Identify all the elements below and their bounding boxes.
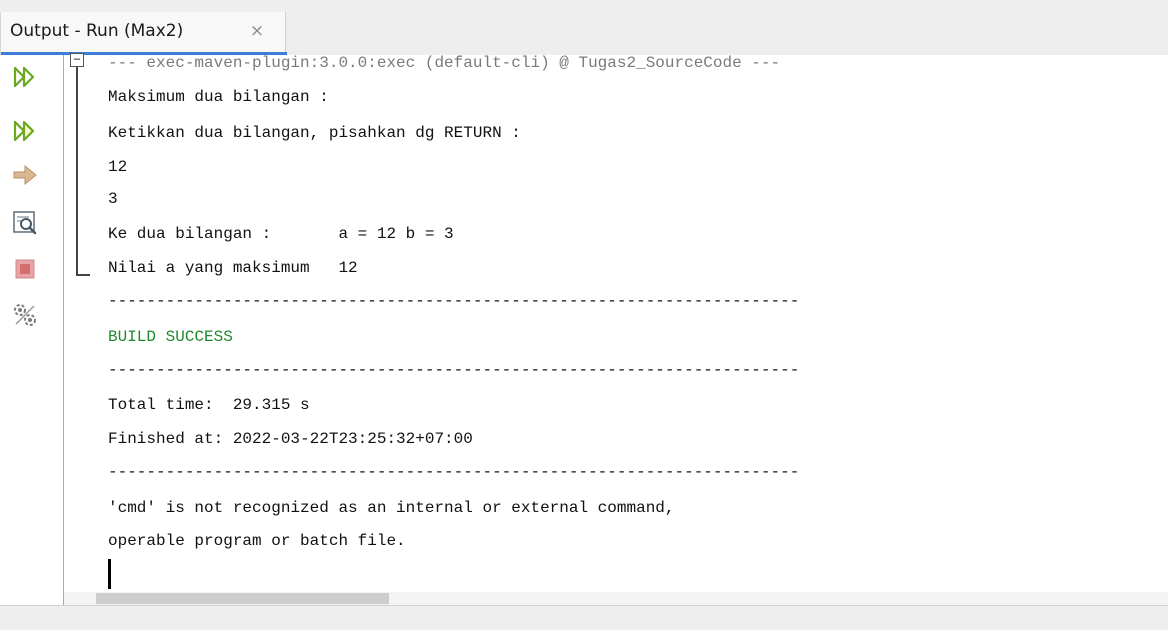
separator-line: ----------------------------------------… <box>108 292 800 310</box>
console-line: operable program or batch file. <box>108 532 406 550</box>
output-pane: − --- exec-maven-plugin:3.0.0:exec (defa… <box>0 53 1168 605</box>
build-success-line: BUILD SUCCESS <box>108 328 233 346</box>
continue-button[interactable] <box>11 161 39 189</box>
tab-title: Output - Run (Max2) <box>10 21 184 41</box>
horizontal-scrollbar[interactable] <box>64 592 1168 605</box>
console-line: 12 <box>108 158 128 176</box>
rerun-button[interactable] <box>11 63 39 91</box>
separator-line: ----------------------------------------… <box>108 463 800 481</box>
finished-at-line: Finished at: 2022-03-22T23:25:32+07:00 <box>108 430 473 448</box>
find-button[interactable] <box>11 209 39 237</box>
separator-line: ----------------------------------------… <box>108 361 800 379</box>
tab-strip: Output - Run (Max2) × <box>0 0 1168 55</box>
console-line: Ke dua bilangan : a = 12 b = 3 <box>108 225 454 243</box>
total-time-line: Total time: 29.315 s <box>108 396 310 414</box>
console-line: 3 <box>108 190 118 208</box>
console-line: 'cmd' is not recognized as an internal o… <box>108 499 675 517</box>
console-line: Ketikkan dua bilangan, pisahkan dg RETUR… <box>108 124 521 142</box>
rerun-with-params-icon <box>13 120 35 142</box>
fold-toggle-icon[interactable]: − <box>70 53 84 67</box>
tab-output-run[interactable]: Output - Run (Max2) × <box>0 12 287 55</box>
console-line: Nilai a yang maksimum 12 <box>108 259 358 277</box>
text-cursor <box>108 559 111 589</box>
settings-button[interactable] <box>11 301 39 329</box>
continue-arrow-icon <box>13 164 37 186</box>
settings-icon <box>14 304 36 326</box>
output-toolbar <box>0 55 64 605</box>
fold-guide-end <box>76 274 90 276</box>
fold-guide-line <box>76 65 78 276</box>
console-output[interactable]: --- exec-maven-plugin:3.0.0:exec (defaul… <box>108 55 1148 595</box>
scrollbar-thumb[interactable] <box>96 593 389 604</box>
find-icon <box>13 211 37 235</box>
bottom-status-strip <box>0 605 1168 630</box>
stop-button[interactable] <box>11 255 39 283</box>
rerun-icon <box>13 66 35 88</box>
stop-icon <box>15 259 35 279</box>
console-line: Maksimum dua bilangan : <box>108 88 329 106</box>
close-icon[interactable]: × <box>248 21 266 41</box>
console-line: --- exec-maven-plugin:3.0.0:exec (defaul… <box>108 55 781 72</box>
output-window: Output - Run (Max2) × − --- exec-maven-p… <box>0 0 1168 630</box>
rerun-with-params-button[interactable] <box>11 117 39 145</box>
